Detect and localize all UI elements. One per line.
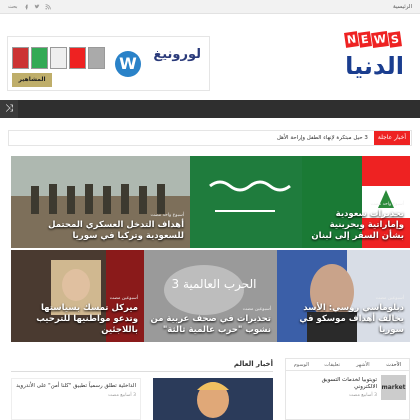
tile-date: أسبوعين مضت	[375, 296, 404, 301]
svg-text:الحرب العالمية 3: الحرب العالمية 3	[171, 277, 256, 292]
world-news-block: أخبار العالم الداخلية تطلق رسمياً تطبيق …	[11, 358, 273, 420]
breaking-news-ticker: أخبار عاجلة 3 حيل مبتكرة لإنهاء الطفل وإ…	[8, 130, 412, 146]
ad-badges	[12, 47, 105, 69]
logo-news-letters: N E W S	[338, 30, 408, 49]
widget-thumbnail[interactable]: market	[381, 375, 406, 400]
featured-tile[interactable]: أسبوعين مضت دبلوماسي روسي: الأسد يخالف أ…	[277, 250, 410, 342]
home-link[interactable]: الرئيسية	[393, 4, 412, 10]
tabs-widget: الأحدث الأشهر تعليقات الوسوم market تويت…	[285, 358, 410, 420]
social-links: بحث	[8, 4, 51, 10]
tile-date: أسبوعين مضت	[109, 296, 138, 301]
main-navbar: ⤨	[0, 100, 420, 118]
site-header: N E W S الدنيا لورونيغ W المشاهير	[0, 14, 420, 101]
shuffle-icon[interactable]: ⤨	[0, 100, 18, 118]
site-logo[interactable]: N E W S الدنيا	[334, 30, 408, 87]
tile-date: أسبوع واحد مضت	[150, 213, 184, 218]
header-ad-banner[interactable]: لورونيغ W المشاهير	[7, 36, 210, 91]
featured-tile[interactable]	[190, 156, 302, 248]
tile-date: أسبوعين مضت	[242, 307, 271, 312]
badge	[12, 47, 29, 69]
widget-item-title[interactable]: تويتوبيا لخدمات التسويق الالكتروني	[313, 377, 377, 391]
top-bar: الرئيسية بحث	[0, 0, 420, 14]
ad-brand: المشاهير	[12, 73, 52, 87]
politician-image	[153, 378, 273, 420]
ad-text: لورونيغ	[153, 47, 201, 62]
tile-title[interactable]: ميركل تمسك بسياستها وتدعو مواطنيها للترح…	[17, 303, 138, 336]
tab-popular[interactable]: الأشهر	[348, 359, 379, 370]
saudi-flag-image	[190, 156, 302, 248]
tile-title[interactable]: تحذيرات في صحف عربية من نشوب "حرب عالمية…	[150, 314, 271, 336]
tab-comments[interactable]: تعليقات	[317, 359, 348, 370]
list-item-date: 3 أسابيع مضت	[108, 393, 136, 398]
breaking-label: أخبار عاجلة	[373, 131, 410, 145]
tile-title[interactable]: أهداف التدخل العسكري المحتمل للسعودية وت…	[17, 220, 184, 242]
twitter-icon[interactable]	[34, 3, 40, 10]
featured-tile[interactable]: الحرب العالمية 3 أسبوعين مضت تحذيرات في …	[144, 250, 277, 342]
search-label[interactable]: بحث	[8, 4, 18, 10]
rss-icon[interactable]	[45, 3, 51, 10]
section-heading: أخبار العالم	[11, 358, 273, 372]
breaking-message[interactable]: 3 حيل مبتكرة لإنهاء الطفل وإراحة الأهل	[277, 135, 374, 141]
facebook-icon[interactable]	[23, 4, 29, 10]
news-list-item[interactable]: الداخلية تطلق رسمياً تطبيق "كلنا أمن" عل…	[11, 378, 141, 420]
badge	[69, 47, 86, 69]
badge	[50, 47, 67, 69]
featured-tile[interactable]: أسبوع واحد مضت تحذيرات سعودية وإماراتية …	[302, 156, 410, 248]
logo-arabic: الدنيا	[345, 52, 404, 80]
tile-date: أسبوع واحد مضت	[370, 202, 404, 207]
tile-title[interactable]: تحذيرات سعودية وإماراتية وبحرينية بشأن ا…	[308, 209, 404, 242]
news-image[interactable]	[153, 378, 273, 420]
tile-title[interactable]: دبلوماسي روسي: الأسد يخالف أهداف موسكو ف…	[283, 303, 404, 336]
featured-tile[interactable]: أسبوعين مضت ميركل تمسك بسياستها وتدعو مو…	[11, 250, 144, 342]
widget-item-date: 3 أسابيع مضت	[349, 393, 377, 398]
tab-latest[interactable]: الأحدث	[378, 359, 409, 370]
featured-tile[interactable]: أسبوع واحد مضت أهداف التدخل العسكري المح…	[11, 156, 190, 248]
tab-tags[interactable]: الوسوم	[286, 359, 317, 370]
badge	[31, 47, 48, 69]
ad-w-logo: W	[115, 51, 141, 77]
badge	[88, 47, 105, 69]
widget-tabs: الأحدث الأشهر تعليقات الوسوم	[286, 359, 409, 371]
list-item-title[interactable]: الداخلية تطلق رسمياً تطبيق "كلنا أمن" عل…	[16, 383, 136, 390]
